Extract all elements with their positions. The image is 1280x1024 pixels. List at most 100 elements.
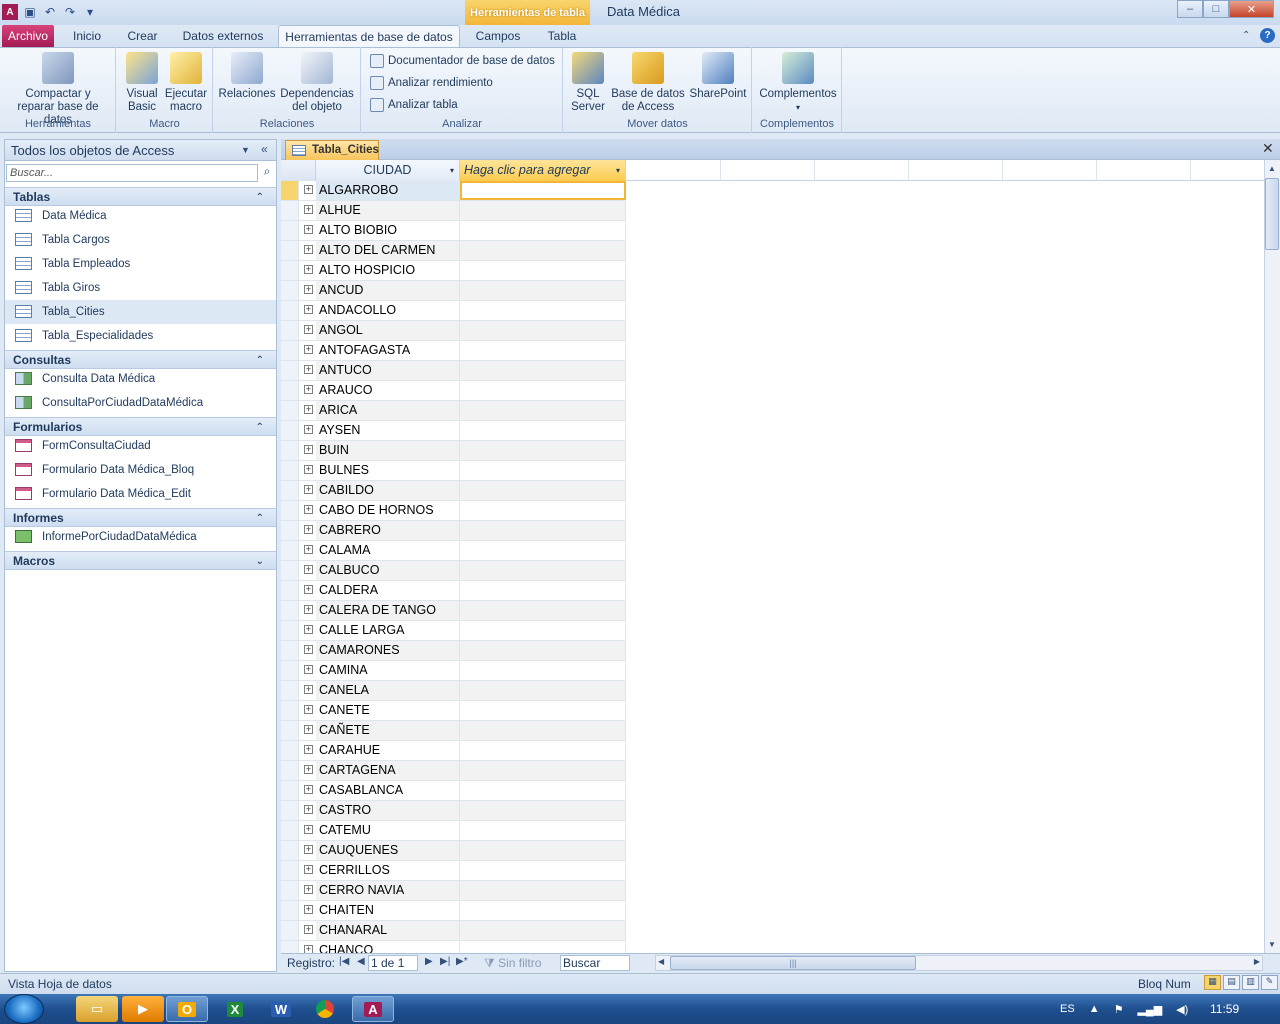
column-header-ciudad[interactable]: CIUDAD ▾ <box>316 160 460 181</box>
cell-new-field[interactable] <box>460 661 626 680</box>
clock[interactable]: 11:59 <box>1210 1002 1239 1016</box>
expand-subdatasheet-icon[interactable]: + <box>304 205 313 214</box>
pivotchart-view-icon[interactable]: ▥ <box>1242 975 1259 990</box>
next-record-icon[interactable]: ▶ <box>425 956 433 967</box>
word-icon[interactable]: W <box>260 996 302 1022</box>
cell-new-field[interactable] <box>460 421 626 440</box>
cell-ciudad[interactable]: BUIN <box>316 441 460 460</box>
column-dropdown-icon[interactable]: ▾ <box>616 160 620 181</box>
cell-new-field[interactable] <box>460 781 626 800</box>
cell-ciudad[interactable]: CANELA <box>316 681 460 700</box>
expand-subdatasheet-icon[interactable]: + <box>304 605 313 614</box>
table-row[interactable]: + CARAHUE <box>281 741 626 761</box>
ejecutar-macro-button[interactable]: Ejecutar macro <box>163 52 209 114</box>
expand-subdatasheet-icon[interactable]: + <box>304 285 313 294</box>
expand-subdatasheet-icon[interactable]: + <box>304 825 313 834</box>
scroll-right-icon[interactable]: ▶ <box>1254 957 1260 966</box>
expand-subdatasheet-icon[interactable]: + <box>304 585 313 594</box>
expand-subdatasheet-icon[interactable]: + <box>304 685 313 694</box>
cell-new-field[interactable] <box>460 881 626 900</box>
record-selector[interactable] <box>281 341 299 360</box>
cell-ciudad[interactable]: CASABLANCA <box>316 781 460 800</box>
record-selector[interactable] <box>281 521 299 540</box>
table-row[interactable]: + CABO DE HORNOS <box>281 501 626 521</box>
cell-new-field[interactable] <box>460 761 626 780</box>
cell-new-field[interactable] <box>460 241 626 260</box>
table-row[interactable]: + CAÑETE <box>281 721 626 741</box>
table-row[interactable]: + CALAMA <box>281 541 626 561</box>
table-row[interactable]: + AYSEN <box>281 421 626 441</box>
cell-ciudad[interactable]: CHAITEN <box>316 901 460 920</box>
cell-new-field[interactable] <box>460 641 626 660</box>
tab-inicio[interactable]: Inicio <box>62 25 112 47</box>
cell-new-field[interactable] <box>460 301 626 320</box>
record-selector[interactable] <box>281 561 299 580</box>
access-db-button[interactable]: Base de datos de Access <box>610 52 686 114</box>
table-row[interactable]: + BULNES <box>281 461 626 481</box>
horizontal-scroll-thumb[interactable]: ||| <box>670 956 916 970</box>
analizar-tabla-button[interactable]: Analizar tabla <box>370 98 458 112</box>
sql-server-button[interactable]: SQL Server <box>568 52 608 114</box>
cell-ciudad[interactable]: CAUQUENES <box>316 841 460 860</box>
access-taskbar-icon[interactable]: A <box>352 996 394 1022</box>
redo-icon[interactable]: ↷ <box>62 4 78 20</box>
table-row[interactable]: + ANTOFAGASTA <box>281 341 626 361</box>
expand-subdatasheet-icon[interactable]: + <box>304 545 313 554</box>
expand-subdatasheet-icon[interactable]: + <box>304 725 313 734</box>
cell-new-field[interactable] <box>460 921 626 940</box>
table-row[interactable]: + CAMARONES <box>281 641 626 661</box>
record-selector[interactable] <box>281 621 299 640</box>
cell-ciudad[interactable]: CAÑETE <box>316 721 460 740</box>
nav-item-table[interactable]: Tabla Empleados <box>5 252 276 276</box>
documentador-button[interactable]: Documentador de base de datos <box>370 54 555 68</box>
record-selector[interactable] <box>281 441 299 460</box>
start-button-icon[interactable] <box>4 994 44 1024</box>
cell-ciudad[interactable]: CABILDO <box>316 481 460 500</box>
cell-new-field[interactable] <box>460 721 626 740</box>
select-all-cell[interactable] <box>281 160 316 181</box>
excel-icon[interactable]: X <box>214 996 256 1022</box>
no-filter-indicator[interactable]: ⧩ Sin filtro <box>484 956 541 971</box>
expand-subdatasheet-icon[interactable]: + <box>304 425 313 434</box>
search-icon[interactable]: ⌕ <box>259 164 275 182</box>
nav-item-report[interactable]: InformePorCiudadDataMédica <box>5 525 276 549</box>
table-row[interactable]: + ALTO DEL CARMEN <box>281 241 626 261</box>
cell-new-field[interactable] <box>460 541 626 560</box>
expand-subdatasheet-icon[interactable]: + <box>304 185 313 194</box>
expand-subdatasheet-icon[interactable]: + <box>304 565 313 574</box>
record-selector[interactable] <box>281 721 299 740</box>
record-selector[interactable] <box>281 261 299 280</box>
close-window-button[interactable]: ✕ <box>1229 0 1274 18</box>
table-row[interactable]: + CHAITEN <box>281 901 626 921</box>
language-indicator[interactable]: ES <box>1060 1003 1075 1015</box>
record-selector[interactable] <box>281 681 299 700</box>
nav-item-table[interactable]: Tabla Giros <box>5 276 276 300</box>
cell-new-field[interactable] <box>460 261 626 280</box>
category-macros[interactable]: Macros ⌄ <box>5 551 276 570</box>
cell-ciudad[interactable]: ANCUD <box>316 281 460 300</box>
record-selector[interactable] <box>281 321 299 340</box>
table-row[interactable]: + CATEMU <box>281 821 626 841</box>
cell-new-field[interactable] <box>460 821 626 840</box>
record-selector[interactable] <box>281 661 299 680</box>
nav-item-query[interactable]: Consulta Data Médica <box>5 367 276 391</box>
record-selector[interactable] <box>281 301 299 320</box>
cell-ciudad[interactable]: CALLE LARGA <box>316 621 460 640</box>
cell-ciudad[interactable]: CHANARAL <box>316 921 460 940</box>
table-row[interactable]: + CHANARAL <box>281 921 626 941</box>
record-selector[interactable] <box>281 181 299 200</box>
expand-subdatasheet-icon[interactable]: + <box>304 505 313 514</box>
column-header-add[interactable]: Haga clic para agregar ▾ <box>460 160 626 181</box>
cell-ciudad[interactable]: ALGARROBO <box>316 181 460 200</box>
close-document-icon[interactable]: ✕ <box>1262 140 1274 157</box>
cell-ciudad[interactable]: CERRILLOS <box>316 861 460 880</box>
record-selector[interactable] <box>281 781 299 800</box>
expand-subdatasheet-icon[interactable]: + <box>304 845 313 854</box>
datasheet-view-icon[interactable]: ▦ <box>1204 975 1221 990</box>
nav-item-query[interactable]: ConsultaPorCiudadDataMédica <box>5 391 276 415</box>
cell-ciudad[interactable]: CALAMA <box>316 541 460 560</box>
new-record-icon[interactable]: ▶* <box>456 956 468 967</box>
cell-ciudad[interactable]: CATEMU <box>316 821 460 840</box>
expand-subdatasheet-icon[interactable]: + <box>304 705 313 714</box>
compactar-button[interactable]: Compactar y reparar base de datos <box>4 52 112 127</box>
